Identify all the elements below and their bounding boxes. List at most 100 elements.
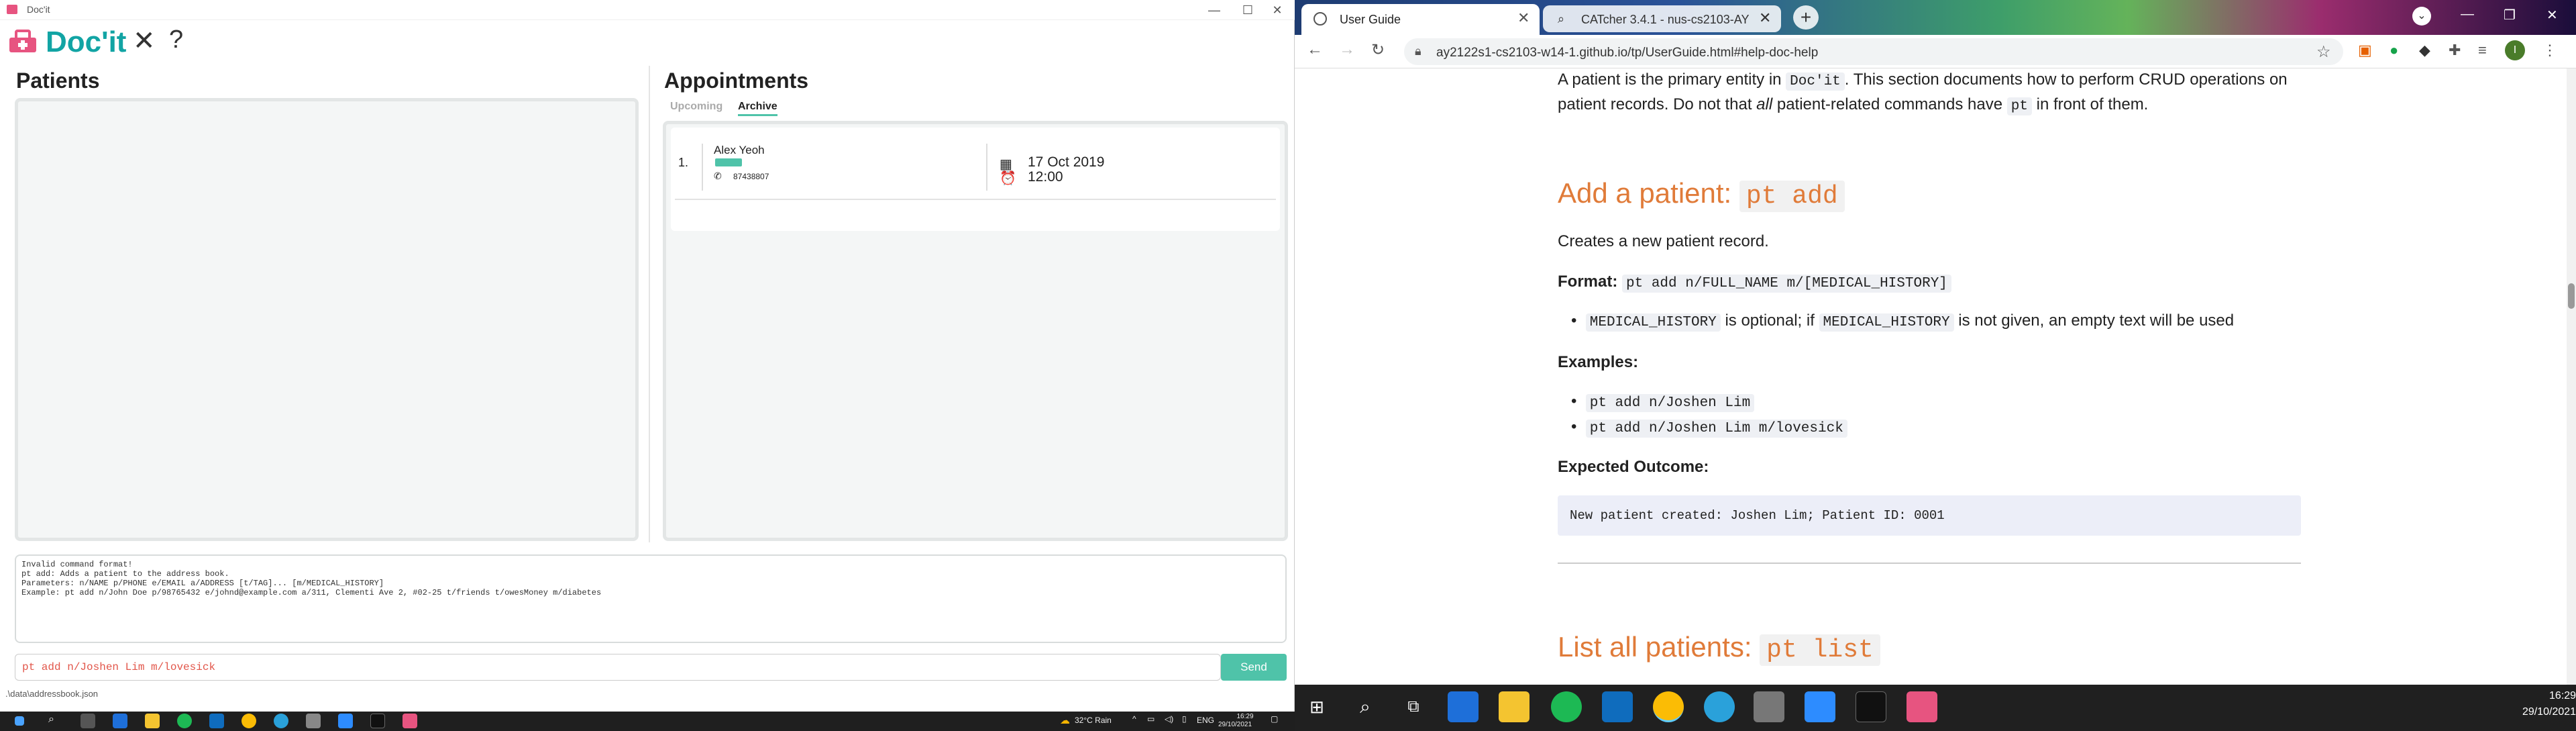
bullet-dot: •	[1571, 392, 1586, 410]
tab-user-guide[interactable]: User Guide ✕	[1301, 4, 1540, 35]
terminal-icon[interactable]	[1856, 691, 1886, 722]
battery-icon[interactable]: ▯	[1182, 714, 1187, 724]
bullet-dot: •	[1571, 311, 1586, 330]
profile-avatar[interactable]: I	[2505, 40, 2525, 60]
windows-start-icon[interactable]	[15, 716, 24, 726]
bookmark-star-icon[interactable]: ☆	[2316, 42, 2331, 62]
text: patient-related commands have	[1772, 95, 2007, 113]
outlook-icon[interactable]	[209, 714, 224, 728]
format-label: Format:	[1558, 273, 1618, 291]
section-divider	[1558, 563, 2301, 564]
format-line: Format: pt add n/FULL_NAME m/[MEDICAL_HI…	[1558, 273, 1951, 293]
terminal-icon[interactable]	[370, 714, 385, 728]
extensions-puzzle-icon[interactable]: ✚	[2449, 42, 2461, 59]
heading-text: List all patients:	[1558, 631, 1760, 663]
lock-icon[interactable]: 🔒︎	[1415, 44, 1421, 58]
file-explorer-icon[interactable]	[145, 714, 160, 728]
task-view-icon[interactable]: ⧉	[1398, 691, 1429, 722]
tab-search-button[interactable]: ⌄	[2412, 7, 2431, 26]
panel-divider[interactable]	[649, 66, 650, 542]
windows-start-icon[interactable]: ⊞	[1301, 691, 1332, 722]
forward-icon[interactable]: →	[1339, 40, 1355, 59]
outlook-icon[interactable]	[1602, 691, 1633, 722]
phone-icon: ✆	[714, 170, 722, 181]
result-display[interactable]: Invalid command format! pt add: Adds a p…	[15, 554, 1287, 643]
tab-title: User Guide	[1340, 13, 1401, 26]
clock-time: 16:29	[2549, 690, 2576, 701]
minimize-button[interactable]: —	[1201, 1, 1228, 19]
close-tab-icon[interactable]: ✕	[1517, 9, 1529, 27]
help-menu-button[interactable]: ?	[169, 26, 183, 54]
card-divider	[702, 144, 703, 191]
expected-outcome-label: Expected Outcome:	[1558, 458, 1709, 476]
clock-date: 29/10/2021	[2522, 706, 2576, 718]
minimize-button[interactable]: —	[2461, 7, 2474, 22]
language-indicator[interactable]: ENG	[1197, 716, 1214, 725]
file-explorer-icon[interactable]	[1499, 691, 1529, 722]
github-icon	[1313, 12, 1327, 26]
url-text[interactable]: ay2122s1-cs2103-w14-1.github.io/tp/UserG…	[1436, 46, 1818, 60]
send-button[interactable]: Send	[1221, 654, 1287, 681]
tab-upcoming[interactable]: Upcoming	[670, 101, 722, 113]
notification-icon[interactable]: ▢	[1271, 714, 1278, 724]
text: . This section documents how to perform …	[1844, 70, 2288, 89]
clock-time[interactable]: 16:29	[1232, 713, 1258, 720]
app-icon[interactable]	[306, 714, 321, 728]
address-bar[interactable]: 🔒︎ ay2122s1-cs2103-w14-1.github.io/tp/Us…	[1404, 38, 2343, 65]
inline-code: MEDICAL_HISTORY	[1585, 313, 1721, 332]
maximize-button[interactable]: ☐	[1234, 1, 1261, 19]
exit-menu-button[interactable]: ✕	[133, 26, 156, 56]
telegram-icon[interactable]	[1704, 691, 1735, 722]
heading-code: pt add	[1739, 181, 1845, 212]
system-clock[interactable]: 16:29 29/10/2021	[2522, 688, 2576, 720]
extension-icon[interactable]: ▣	[2358, 42, 2372, 59]
mail-icon[interactable]	[1448, 691, 1479, 722]
extension-icon[interactable]: ◆	[2419, 42, 2430, 59]
example-item: • pt add n/Joshen Lim	[1571, 392, 1755, 412]
close-window-button[interactable]: ✕	[1264, 1, 1291, 19]
heading-list-patients: List all patients: pt list	[1558, 631, 1880, 666]
task-view-icon[interactable]	[80, 714, 95, 728]
close-tab-icon[interactable]: ✕	[1759, 9, 1771, 27]
tab-archive[interactable]: Archive	[738, 101, 777, 116]
network-icon[interactable]: ▭	[1147, 714, 1155, 724]
tab-catcher[interactable]: ⌕ CATcher 3.4.1 - nus-cs2103-AY2122 ✕	[1543, 5, 1781, 32]
chrome-icon[interactable]	[1653, 691, 1684, 722]
back-icon[interactable]: ←	[1307, 40, 1323, 59]
result-line: Example: pt add n/John Doe p/98765432 e/…	[21, 588, 602, 597]
page-scrollbar[interactable]	[2567, 68, 2576, 685]
maximize-button[interactable]: ❐	[2504, 7, 2516, 23]
result-line: pt add: Adds a patient to the address bo…	[21, 569, 229, 579]
telegram-icon[interactable]	[274, 714, 288, 728]
search-icon[interactable]: ⌕	[1350, 691, 1381, 722]
docit-taskbar-icon[interactable]	[1907, 691, 1937, 722]
spotify-icon[interactable]	[177, 714, 192, 728]
scrollbar-thumb[interactable]	[2568, 283, 2575, 309]
more-menu-icon[interactable]: ⋮	[2542, 42, 2557, 59]
docit-taskbar-icon[interactable]	[402, 714, 417, 728]
mail-icon[interactable]	[113, 714, 127, 728]
zoom-icon[interactable]	[1805, 691, 1835, 722]
chrome-icon[interactable]	[241, 714, 256, 728]
search-icon[interactable]: ⌕	[48, 714, 63, 728]
speaker-icon[interactable]: ◁)	[1165, 714, 1173, 724]
zoom-icon[interactable]	[338, 714, 353, 728]
spotify-icon[interactable]	[1551, 691, 1582, 722]
examples-label: Examples:	[1558, 353, 1639, 371]
grammarly-icon[interactable]: ●	[2390, 42, 2398, 59]
app-icon[interactable]	[1754, 691, 1784, 722]
app-titlebar: Doc'it — ☐ ✕	[0, 0, 1295, 20]
example-item: • pt add n/Joshen Lim m/lovesick	[1571, 418, 1847, 438]
close-window-button[interactable]: ✕	[2546, 7, 2558, 23]
command-input[interactable]: pt add n/Joshen Lim m/lovesick	[15, 654, 1221, 681]
inline-code: MEDICAL_HISTORY	[1819, 313, 1954, 332]
clock-date[interactable]: 29/10/2021	[1218, 721, 1252, 728]
text: is optional; if	[1720, 311, 1819, 330]
text: patient records. Do not that	[1558, 95, 1757, 113]
reading-list-icon[interactable]: ≡	[2478, 42, 2487, 59]
patient-list[interactable]	[15, 98, 639, 541]
reload-icon[interactable]: ↻	[1371, 40, 1385, 60]
weather-text[interactable]: 32°C Rain	[1075, 716, 1112, 725]
tray-chevron-icon[interactable]: ^	[1132, 714, 1136, 724]
new-tab-button[interactable]: +	[1793, 5, 1819, 30]
